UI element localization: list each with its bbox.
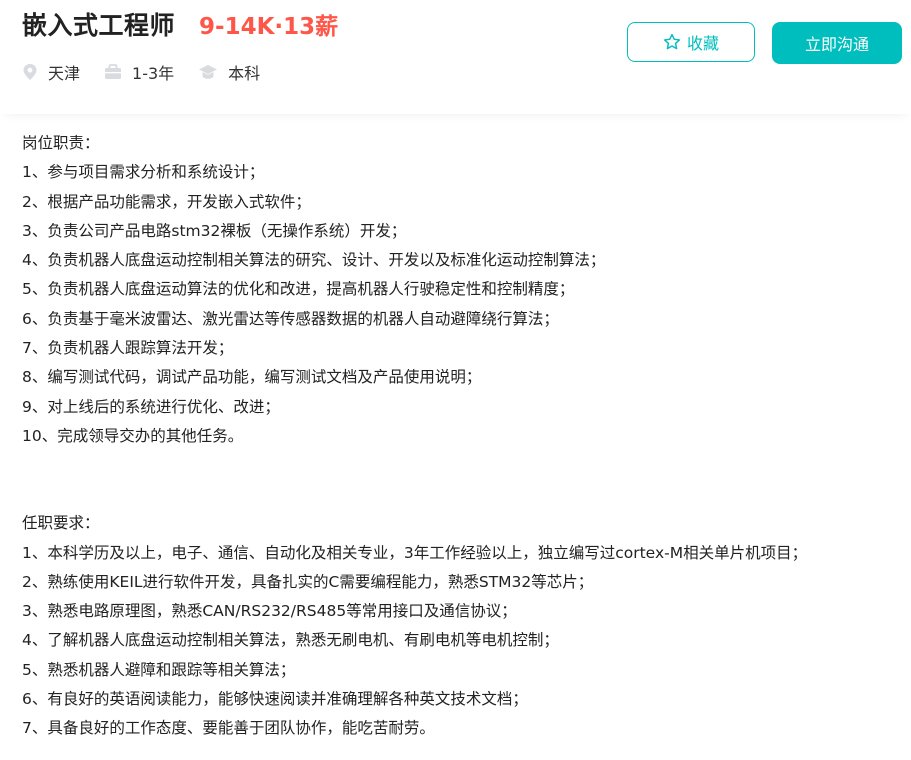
location-text: 天津 [48, 64, 81, 83]
experience-text: 1-3年 [132, 64, 175, 83]
collect-button-label: 收藏 [686, 34, 719, 53]
list-item: 8、编写测试代码，调试产品功能，编写测试文档及产品使用说明； [22, 368, 482, 387]
star-outline-icon [663, 33, 681, 50]
list-item: 6、有良好的英语阅读能力，能够快速阅读并准确理解各种英文技术文档； [22, 690, 528, 709]
list-item: 5、熟悉机器人避障和跟踪等相关算法； [22, 660, 296, 679]
list-item: 10、完成领导交办的其他任务。 [22, 426, 244, 445]
list-item: 4、了解机器人底盘运动控制相关算法，熟悉无刷电机、有刷电机等电机控制； [22, 631, 559, 650]
title-row: 嵌入式工程师 9-14K·13薪 [22, 6, 338, 42]
job-header: 嵌入式工程师 9-14K·13薪 天津 1-3年 本科 收藏 立即沟通 [0, 0, 911, 114]
list-item: 3、熟悉电路原理图，熟悉CAN/RS232/RS485等常用接口及通信协议； [22, 602, 517, 621]
meta-education: 本科 [198, 60, 260, 84]
job-description: 岗位职责： 1、参与项目需求分析和系统设计； 2、根据产品功能需求，开发嵌入式软… [22, 129, 907, 744]
list-item: 3、负责公司产品电路stm32裸板（无操作系统）开发； [22, 221, 407, 240]
responsibilities-heading: 岗位职责： [22, 134, 100, 152]
location-pin-icon [23, 64, 37, 80]
list-item: 9、对上线后的系统进行优化、改进； [22, 397, 280, 416]
education-text: 本科 [228, 64, 261, 83]
salary: 9-14K·13薪 [199, 14, 339, 40]
list-item: 2、熟练使用KEIL进行软件开发，具备扎实的C需要编程能力，熟悉STM32等芯片… [22, 572, 594, 591]
chat-now-button-label: 立即沟通 [804, 35, 869, 54]
graduation-cap-icon [199, 65, 218, 79]
list-item: 1、参与项目需求分析和系统设计； [22, 163, 265, 182]
job-meta: 天津 1-3年 本科 [22, 60, 284, 84]
meta-experience: 1-3年 [104, 60, 174, 84]
collect-button[interactable]: 收藏 [627, 22, 755, 62]
list-item: 7、负责机器人跟踪算法开发； [22, 339, 234, 358]
list-item: 4、负责机器人底盘运动控制相关算法的研究、设计、开发以及标准化运动控制算法； [22, 251, 606, 270]
list-item: 6、负责基于毫米波雷达、激光雷达等传感器数据的机器人自动避障绕行算法； [22, 309, 559, 328]
list-item: 2、根据产品功能需求，开发嵌入式软件； [22, 192, 311, 211]
list-item: 5、负责机器人底盘运动算法的优化和改进，提高机器人行驶稳定性和控制精度； [22, 280, 575, 299]
list-item: 7、具备良好的工作态度、要能善于团队协作，能吃苦耐劳。 [22, 719, 435, 738]
list-item: 1、本科学历及以上，电子、通信、自动化及相关专业，3年工作经验以上，独立编写过c… [22, 543, 808, 562]
job-title: 嵌入式工程师 [22, 11, 176, 40]
meta-location: 天津 [22, 60, 80, 84]
chat-now-button[interactable]: 立即沟通 [772, 22, 902, 64]
requirements-heading: 任职要求： [22, 514, 100, 533]
briefcase-icon [105, 64, 122, 79]
